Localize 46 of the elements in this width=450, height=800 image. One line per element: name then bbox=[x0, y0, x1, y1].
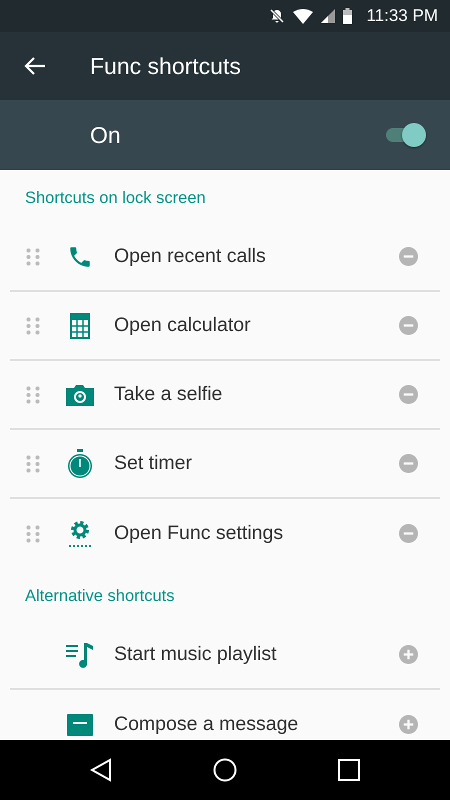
remove-button[interactable] bbox=[399, 247, 418, 266]
plus-circle-icon bbox=[399, 645, 418, 664]
drag-handle-icon[interactable] bbox=[26, 454, 40, 472]
gear-icon bbox=[68, 520, 92, 548]
plus-circle-icon bbox=[399, 715, 418, 734]
toggle-switch[interactable] bbox=[384, 121, 426, 149]
drag-handle-icon[interactable] bbox=[26, 524, 40, 542]
shortcut-label[interactable]: Take a selfie bbox=[114, 383, 399, 406]
battery-icon bbox=[343, 8, 352, 24]
minus-circle-icon bbox=[399, 385, 418, 404]
wifi-icon bbox=[293, 8, 314, 24]
drag-handle-icon[interactable] bbox=[26, 248, 40, 266]
minus-circle-icon bbox=[399, 316, 418, 335]
remove-button[interactable] bbox=[399, 524, 418, 543]
shortcut-label[interactable]: Open Func settings bbox=[114, 522, 399, 545]
shortcut-label[interactable]: Start music playlist bbox=[114, 643, 399, 666]
calculator-icon bbox=[70, 312, 90, 338]
remove-button[interactable] bbox=[399, 454, 418, 473]
add-button[interactable] bbox=[399, 645, 418, 664]
shortcut-label[interactable]: Compose a message bbox=[114, 713, 399, 736]
shortcut-label[interactable]: Set timer bbox=[114, 452, 399, 475]
music-list-icon bbox=[66, 642, 94, 668]
minus-circle-icon bbox=[399, 247, 418, 266]
screen-title: Func shortcuts bbox=[90, 52, 241, 80]
minus-circle-icon bbox=[399, 454, 418, 473]
remove-button[interactable] bbox=[399, 316, 418, 335]
section-header: Alternative shortcuts bbox=[24, 586, 176, 607]
switch-label: On bbox=[90, 122, 121, 148]
add-button[interactable] bbox=[399, 715, 418, 734]
bell-off-icon bbox=[269, 8, 286, 24]
drag-handle-icon[interactable] bbox=[26, 316, 40, 334]
stopwatch-icon bbox=[66, 448, 94, 478]
square-recents-icon bbox=[338, 759, 360, 781]
back-arrow-icon bbox=[24, 57, 46, 75]
signal-icon bbox=[321, 9, 336, 23]
section-header: Shortcuts on lock screen bbox=[24, 188, 207, 209]
message-icon bbox=[67, 714, 93, 736]
triangle-back-icon bbox=[90, 758, 112, 782]
circle-home-icon bbox=[212, 758, 237, 782]
remove-button[interactable] bbox=[399, 385, 418, 404]
camera-icon bbox=[66, 384, 94, 406]
clock-time: 11:33 PM bbox=[366, 6, 438, 26]
minus-circle-icon bbox=[399, 524, 418, 543]
drag-handle-icon[interactable] bbox=[26, 386, 40, 404]
shortcut-label[interactable]: Open recent calls bbox=[114, 245, 399, 268]
shortcut-label[interactable]: Open calculator bbox=[114, 314, 399, 337]
